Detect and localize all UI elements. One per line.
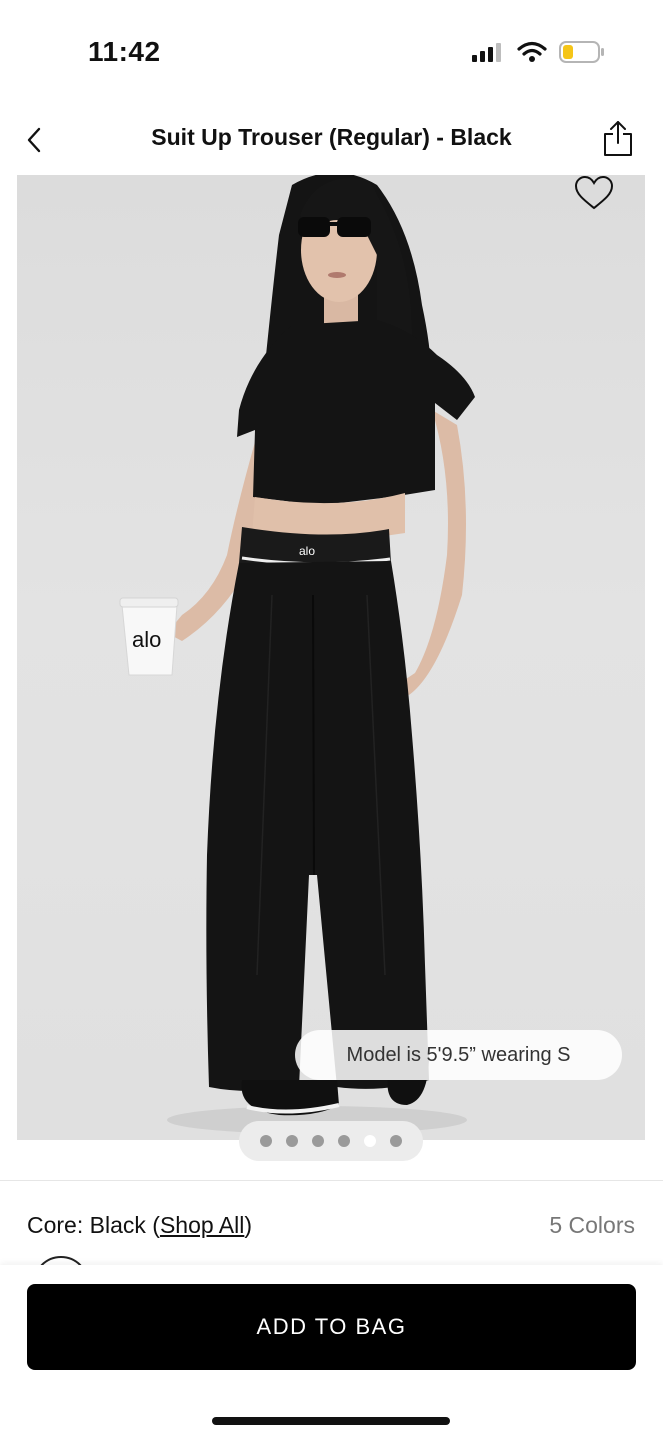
back-button[interactable] (20, 124, 48, 156)
carousel-dot-1[interactable] (260, 1135, 272, 1147)
colors-count: 5 Colors (549, 1212, 635, 1238)
color-label: Core: Black (Shop All) (27, 1212, 252, 1239)
share-button[interactable] (601, 118, 635, 158)
page-title: Suit Up Trouser (Regular) - Black (151, 124, 512, 150)
chevron-left-icon (27, 127, 41, 153)
color-label-close: ) (244, 1212, 253, 1238)
share-icon (604, 121, 632, 156)
carousel-dot-6[interactable] (390, 1135, 402, 1147)
model-photo: alo alo (119, 175, 475, 1134)
carousel-dot-5-active[interactable] (364, 1135, 376, 1147)
carousel-dot-4[interactable] (338, 1135, 350, 1147)
cellular-signal-icon (472, 43, 501, 62)
carousel-indicator (239, 1121, 423, 1161)
battery-icon (559, 41, 604, 63)
color-name: Core: Black ( (27, 1212, 160, 1238)
product-image[interactable]: alo alo Model is 5'9.5” wearing S (17, 175, 645, 1140)
cup-logo: alo (132, 627, 161, 652)
model-size-info: Model is 5'9.5” wearing S (295, 1030, 622, 1080)
color-selector-row: Core: Black (Shop All) 5 Colors (27, 1208, 635, 1244)
shop-all-link[interactable]: Shop All (160, 1212, 244, 1238)
status-bar: 11:42 (0, 0, 663, 100)
carousel-dot-3[interactable] (312, 1135, 324, 1147)
wifi-icon (517, 41, 547, 62)
status-icons (471, 40, 605, 64)
carousel-dot-2[interactable] (286, 1135, 298, 1147)
home-indicator (212, 1417, 450, 1425)
wishlist-button[interactable] (573, 175, 615, 211)
nav-bar: Suit Up Trouser (Regular) - Black (0, 110, 663, 170)
status-time: 11:42 (88, 36, 161, 67)
add-to-bag-button[interactable]: ADD TO BAG (27, 1284, 636, 1370)
waistband-logo: alo (299, 544, 315, 558)
heart-outline-icon (574, 175, 614, 210)
divider (0, 1180, 663, 1181)
bottom-action-bar: ADD TO BAG (0, 1265, 663, 1440)
